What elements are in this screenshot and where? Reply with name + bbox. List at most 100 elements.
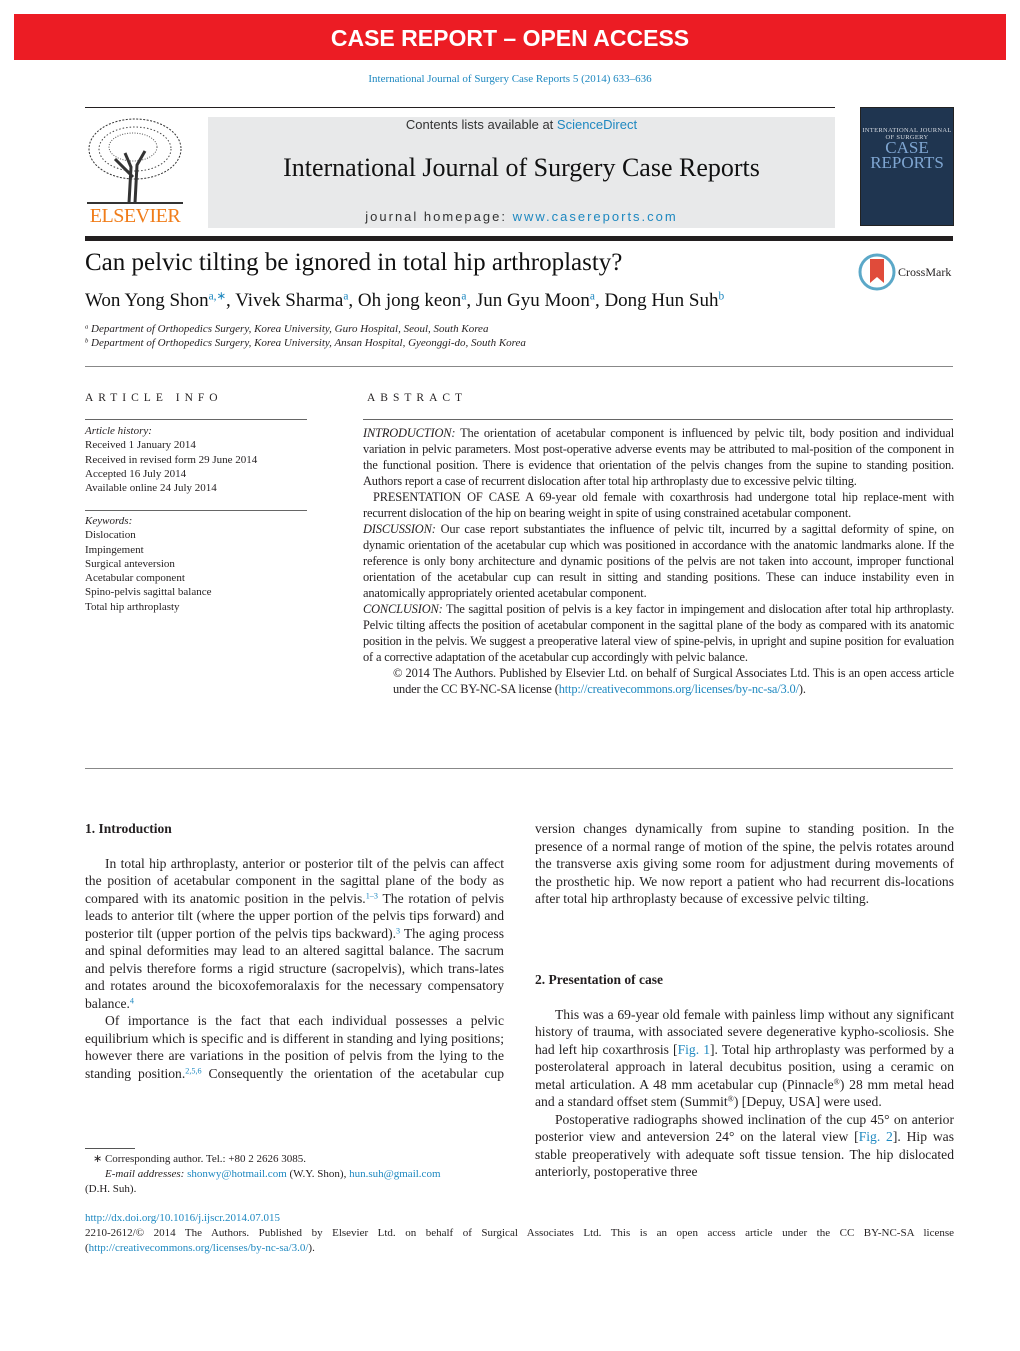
- body-column-right: Of importance is the fact that each indi…: [535, 820, 954, 1181]
- author-affiliation-mark[interactable]: b: [718, 291, 724, 303]
- divider: [85, 768, 953, 769]
- email-link[interactable]: hun.suh@gmail.com: [349, 1168, 440, 1180]
- abstract-conclusion: CONCLUSION: The sagittal position of pel…: [363, 601, 954, 665]
- elsevier-tree-icon: [85, 117, 185, 205]
- email-label: E-mail addresses:: [105, 1168, 188, 1180]
- contents-line: Contents lists available at ScienceDirec…: [208, 117, 835, 132]
- abstract-introduction: INTRODUCTION: The orientation of acetabu…: [363, 425, 954, 489]
- license-link[interactable]: http://creativecommons.org/licenses/by-n…: [559, 682, 799, 696]
- keywords-label: Keywords:: [85, 515, 133, 527]
- abstract-case: PRESENTATION OF CASE A 69-year old femal…: [363, 490, 954, 520]
- figure-link[interactable]: Fig. 1: [678, 1042, 710, 1057]
- homepage-line: journal homepage: www.casereports.com: [208, 209, 835, 224]
- paragraph-continuation: Of importance is the fact that each indi…: [535, 820, 954, 943]
- affiliation-b: b Department of Orthopedics Surgery, Kor…: [85, 337, 526, 349]
- abstract-label: CONCLUSION:: [363, 602, 443, 616]
- author-affiliation-mark[interactable]: a: [343, 291, 348, 303]
- keyword: Total hip arthroplasty: [85, 600, 180, 613]
- affiliation-mark: a: [85, 323, 89, 331]
- keyword: Dislocation: [85, 529, 136, 542]
- article-title: Can pelvic tilting be ignored in total h…: [85, 249, 623, 276]
- affiliation-text: Department of Orthopedics Surgery, Korea…: [91, 323, 489, 335]
- abstract-body: INTRODUCTION: The orientation of acetabu…: [363, 425, 954, 697]
- divider: [363, 419, 953, 420]
- divider: [85, 419, 307, 420]
- email-link[interactable]: shonwy@hotmail.com: [187, 1168, 287, 1180]
- affiliation-a: a Department of Orthopedics Surgery, Kor…: [85, 323, 488, 335]
- abstract-label: DISCUSSION:: [363, 522, 436, 536]
- paren: ).: [308, 1242, 315, 1254]
- history-item: Received in revised form 29 June 2014: [85, 453, 258, 466]
- history-item: Accepted 16 July 2014: [85, 467, 187, 480]
- footnotes: ∗ Corresponding author. Tel.: +80 2 2626…: [85, 1152, 495, 1197]
- homepage-label: journal homepage:: [365, 209, 513, 224]
- email-owner: (W.Y. Shon),: [286, 1168, 350, 1180]
- author-name[interactable]: Oh jong keon: [358, 290, 461, 311]
- history-label: Article history:: [85, 425, 152, 437]
- keyword: Impingement: [85, 543, 144, 556]
- author-name[interactable]: Dong Hun Suh: [604, 290, 718, 311]
- author-affiliation-mark[interactable]: a: [590, 291, 595, 303]
- divider: [85, 107, 835, 108]
- body-paragraph: This was a 69-year old female with painl…: [535, 1006, 954, 1111]
- paragraph-text: Consequently the orientation of the acet…: [535, 821, 954, 906]
- open-access-banner: CASE REPORT – OPEN ACCESS: [14, 14, 1006, 60]
- history-item: Available online 24 July 2014: [85, 482, 217, 495]
- citation-ref[interactable]: 1–3: [366, 891, 378, 900]
- divider: [85, 510, 307, 511]
- cover-title: CASE REPORTS: [870, 138, 944, 172]
- sciencedirect-link[interactable]: ScienceDirect: [557, 117, 637, 132]
- author-list: Won Yong Shona,∗, Vivek Sharmaa, Oh jong…: [85, 290, 725, 311]
- affiliation-text: Department of Orthopedics Surgery, Korea…: [91, 337, 526, 349]
- page-footer: http://dx.doi.org/10.1016/j.ijscr.2014.0…: [85, 1211, 954, 1256]
- contents-label: Contents lists available at: [405, 117, 557, 132]
- abstract-heading: ABSTRACT: [367, 392, 468, 404]
- journal-title: International Journal of Surgery Case Re…: [283, 153, 760, 182]
- license-link[interactable]: http://creativecommons.org/licenses/by-n…: [89, 1242, 309, 1254]
- author-affiliation-mark[interactable]: a,∗: [209, 291, 226, 303]
- abstract-label: INTRODUCTION:: [363, 426, 456, 440]
- body-paragraph: Of importance is the fact that each indi…: [85, 1012, 504, 1082]
- section-heading: 2. Presentation of case: [535, 972, 663, 987]
- body-paragraph: Postoperative radiographs showed inclina…: [535, 1111, 954, 1181]
- body-paragraph: Of importance is the fact that each indi…: [535, 820, 954, 908]
- body-paragraph: In total hip arthroplasty, anterior or p…: [85, 855, 504, 1013]
- paragraph-text: ) [Depuy, USA] were used.: [733, 1094, 882, 1109]
- affiliation-mark: b: [85, 337, 89, 345]
- abstract-text: The sagittal position of pelvis is a key…: [363, 602, 954, 664]
- author-affiliation-mark[interactable]: a: [461, 291, 466, 303]
- email-owner: (D.H. Suh).: [85, 1183, 137, 1195]
- header-thick-rule: [85, 236, 953, 241]
- copyright-end: ).: [798, 682, 806, 696]
- figure-link[interactable]: Fig. 2: [859, 1129, 893, 1144]
- section-heading: 1. Introduction: [85, 821, 172, 836]
- crossmark-icon: [858, 253, 896, 291]
- journal-citation[interactable]: International Journal of Surgery Case Re…: [0, 73, 1020, 85]
- abstract-discussion: DISCUSSION: Our case report substantiate…: [363, 521, 954, 601]
- article-info-heading: ARTICLE INFO: [85, 392, 223, 404]
- author-name[interactable]: Won Yong Shon: [85, 290, 209, 311]
- homepage-link[interactable]: www.casereports.com: [513, 209, 678, 224]
- doi-link[interactable]: http://dx.doi.org/10.1016/j.ijscr.2014.0…: [85, 1211, 954, 1226]
- history-item: Received 1 January 2014: [85, 439, 196, 452]
- author-name[interactable]: Jun Gyu Moon: [476, 290, 590, 311]
- corresponding-author: ∗ Corresponding author. Tel.: +80 2 2626…: [93, 1153, 307, 1165]
- article-history: Article history: Received 1 January 2014…: [85, 424, 257, 495]
- footnote-rule: [85, 1148, 135, 1149]
- abstract-text: Our case report substantiates the influe…: [363, 522, 954, 600]
- footer-copyright: 2210-2612/© 2014 The Authors. Published …: [85, 1227, 954, 1239]
- citation-ref[interactable]: 4: [130, 996, 134, 1005]
- keyword: Spino-pelvis sagittal balance: [85, 586, 212, 599]
- divider: [85, 366, 953, 367]
- journal-masthead: Contents lists available at ScienceDirec…: [208, 117, 835, 228]
- keyword: Acetabular component: [85, 572, 185, 585]
- elsevier-wordmark: ELSEVIER: [89, 205, 181, 227]
- abstract-copyright: © 2014 The Authors. Published by Elsevie…: [363, 665, 954, 697]
- citation-ref[interactable]: 2,5,6: [185, 1066, 201, 1075]
- journal-cover: INTERNATIONAL JOURNAL OF SURGERY CASE RE…: [860, 107, 954, 226]
- crossmark-badge[interactable]: CrossMark: [858, 253, 958, 291]
- crossmark-label: CrossMark: [898, 265, 952, 279]
- author-name[interactable]: Vivek Sharma: [235, 290, 343, 311]
- elsevier-logo: ELSEVIER: [85, 117, 185, 228]
- keyword: Surgical anteversion: [85, 557, 175, 570]
